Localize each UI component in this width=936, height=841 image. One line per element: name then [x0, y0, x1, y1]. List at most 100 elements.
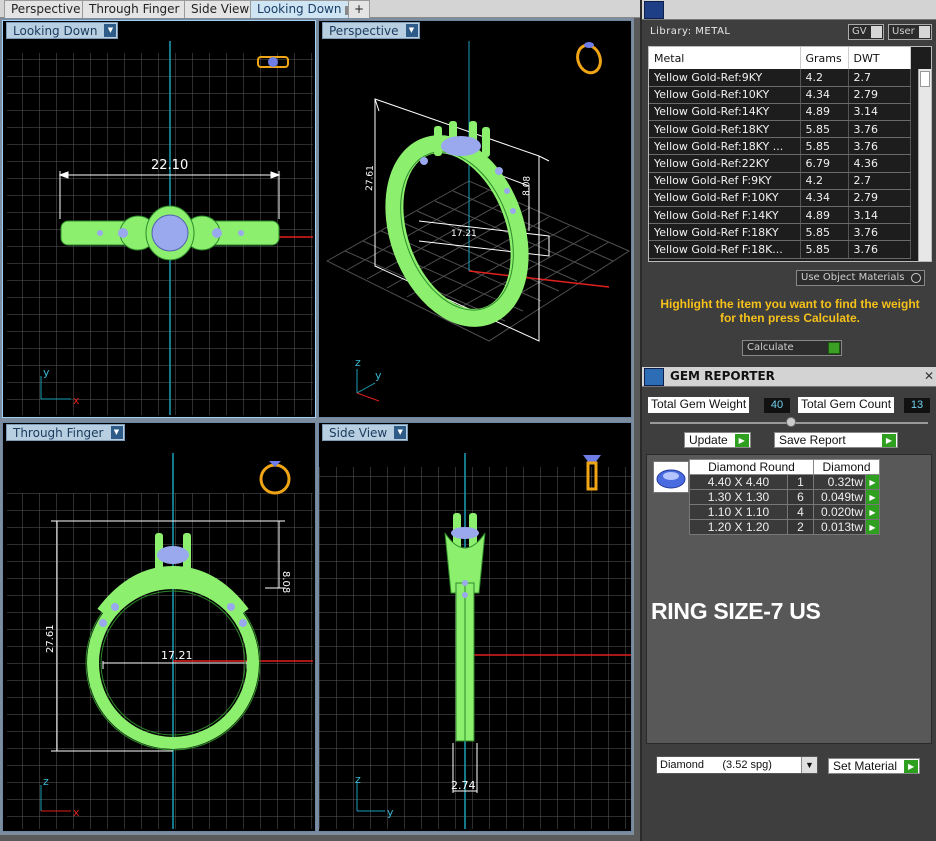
add-tab-button[interactable]: +: [348, 0, 371, 18]
side-view-canvas: 2.74 z y: [319, 453, 631, 829]
viewport-through-finger[interactable]: Through Finger ▼ 27.61 8.08 17.21 z x: [2, 422, 316, 832]
table-row[interactable]: Yellow Gold-Ref:22KY 6.79 4.36: [649, 154, 911, 173]
library-header: [642, 0, 936, 20]
viewport-label[interactable]: Perspective ▼: [322, 22, 420, 39]
tab-label: Through Finger: [89, 2, 180, 16]
tab-looking-down[interactable]: Looking Down✕: [250, 0, 362, 18]
viewport-area: Looking Down ▼ 22.10 y x Perspective ▼ 2…: [0, 18, 634, 835]
chevron-down-icon[interactable]: ▼: [104, 24, 117, 37]
ring-thumbnail-icon: [259, 461, 291, 495]
library-icon: [644, 1, 664, 19]
ring-size-annotation: RING SIZE-7 US: [651, 598, 821, 624]
perspective-canvas: 27.61 8.08 17.21 z y: [325, 41, 631, 402]
tab-side-view[interactable]: Side View: [184, 0, 257, 18]
play-icon: ▶: [734, 434, 749, 447]
total-gem-count-label: Total Gem Count: [798, 397, 895, 413]
table-row[interactable]: Yellow Gold-Ref:18KY 5.85 3.76: [649, 120, 911, 139]
dimension-label: 2.74: [451, 779, 476, 792]
column-header-diamond-round: Diamond Round: [689, 459, 814, 475]
viewport-perspective[interactable]: Perspective ▼ 27.61 8.08 17.21 z y: [318, 20, 632, 418]
chevron-down-icon: ▼: [801, 757, 817, 773]
viewport-looking-down[interactable]: Looking Down ▼ 22.10 y x: [2, 20, 316, 418]
save-report-button[interactable]: Save Report ▶: [774, 432, 898, 448]
table-row[interactable]: 1.30 X 1.30 6 0.049tw ▶: [689, 489, 880, 505]
table-row[interactable]: Yellow Gold-Ref:14KY 4.89 3.14: [649, 103, 911, 122]
dimension-label: 8.08: [522, 175, 533, 196]
metal-table[interactable]: Metal Grams DWT Yellow Gold-Ref:9KY 4.2 2.…: [648, 46, 932, 262]
chevron-down-icon[interactable]: ▼: [110, 426, 123, 439]
tab-label: Perspective: [11, 2, 81, 16]
svg-text:y: y: [387, 806, 394, 819]
calculate-button[interactable]: Calculate: [742, 340, 842, 356]
total-gem-count-value: 13: [904, 398, 930, 413]
column-header-grams[interactable]: Grams: [800, 47, 849, 69]
svg-text:z: z: [355, 773, 361, 786]
table-header-row: Metal Grams DWT: [649, 47, 911, 69]
tab-perspective[interactable]: Perspective: [4, 0, 88, 18]
view-tab-bar: Perspective Through Finger Side View Loo…: [0, 0, 640, 18]
through-finger-canvas: 27.61 8.08 17.21 z x: [7, 453, 313, 829]
dimension-label: 8.08: [280, 571, 291, 593]
table-row[interactable]: Yellow Gold-Ref F:9KY 4.2 2.7: [649, 172, 911, 190]
slider-handle[interactable]: [786, 417, 796, 427]
svg-text:y: y: [43, 366, 50, 379]
update-button[interactable]: Update ▶: [684, 432, 751, 448]
user-toggle[interactable]: User: [888, 24, 932, 40]
library-title: Library: METAL: [650, 26, 731, 37]
table-row[interactable]: Yellow Gold-Ref F:18KY 5.85 3.76: [649, 223, 911, 242]
chevron-down-icon[interactable]: ▼: [405, 24, 418, 37]
play-icon: ▶: [882, 434, 896, 447]
close-icon[interactable]: ✕: [924, 369, 934, 383]
dimension-label: 17.21: [451, 229, 477, 239]
viewport-label[interactable]: Looking Down ▼: [6, 22, 119, 39]
total-gem-weight-label: Total Gem Weight: [648, 397, 750, 413]
ring-thumbnail-icon: [576, 42, 602, 75]
tab-through-finger[interactable]: Through Finger: [82, 0, 187, 18]
dimension-label: 17.21: [161, 649, 193, 662]
table-row[interactable]: 4.40 X 4.40 1 0.32tw ▶: [689, 474, 880, 490]
toggle-knob-icon: [870, 26, 882, 38]
gem-reporter-header: GEM REPORTER ✕: [642, 367, 936, 387]
table-scrollbar[interactable]: [918, 69, 931, 261]
table-row[interactable]: Yellow Gold-Ref F:18K... 5.85 3.76: [649, 240, 911, 259]
table-row[interactable]: Yellow Gold-Ref:18KY ... 5.85 3.76: [649, 137, 911, 156]
toggle-knob-icon: [918, 26, 930, 38]
total-gem-weight-value: 40: [764, 398, 790, 413]
table-row[interactable]: Yellow Gold-Ref:10KY 4.34 2.79: [649, 86, 911, 104]
table-row[interactable]: Yellow Gold-Ref F:14KY 4.89 3.14: [649, 206, 911, 225]
diamond-round-icon: [653, 461, 689, 493]
dimension-label: 27.61: [45, 624, 56, 653]
dimension-label: 27.61: [365, 165, 376, 191]
chevron-down-icon[interactable]: ▼: [394, 426, 407, 439]
use-object-materials-toggle[interactable]: Use Object Materials: [796, 270, 926, 286]
table-row[interactable]: 1.20 X 1.20 2 0.013tw ▶: [689, 519, 880, 535]
material-select[interactable]: Diamond (3.52 spg) ▼: [656, 756, 818, 774]
table-header-row: Diamond Round Diamond: [689, 459, 880, 475]
play-icon: ▶: [904, 760, 919, 773]
viewport-label[interactable]: Through Finger ▼: [6, 424, 125, 441]
column-header-metal[interactable]: Metal: [649, 47, 801, 69]
column-header-dwt[interactable]: DWT: [848, 47, 911, 69]
gv-toggle[interactable]: GV: [848, 24, 884, 40]
viewport-label[interactable]: Side View ▼: [322, 424, 409, 441]
play-icon[interactable]: ▶: [865, 489, 880, 505]
tab-label: Side View: [191, 2, 250, 16]
table-row[interactable]: Yellow Gold-Ref:9KY 4.2 2.7: [649, 69, 911, 87]
tab-label: Looking Down: [257, 2, 342, 16]
scrollbar-thumb[interactable]: [920, 71, 930, 87]
viewport-side-view[interactable]: Side View ▼ 2.74 z y: [318, 422, 632, 832]
table-row[interactable]: 1.10 X 1.10 4 0.020tw ▶: [689, 504, 880, 520]
gem-reporter-icon: [644, 368, 664, 386]
column-header-diamond: Diamond: [813, 459, 880, 475]
set-material-button[interactable]: Set Material ▶: [828, 758, 921, 774]
play-icon[interactable]: ▶: [865, 519, 880, 535]
play-icon[interactable]: ▶: [865, 474, 880, 490]
right-panel: Library: METAL GV User Metal Grams DWT Y…: [640, 0, 936, 841]
svg-text:z: z: [43, 775, 49, 788]
svg-text:x: x: [73, 806, 80, 819]
gem-table[interactable]: Diamond Round Diamond 4.40 X 4.40 1 0.32tw…: [689, 459, 880, 535]
table-row[interactable]: Yellow Gold-Ref F:10KY 4.34 2.79: [649, 189, 911, 208]
axis-gizmo: z y: [355, 356, 382, 402]
dimension-label: 22.10: [151, 158, 188, 173]
play-icon[interactable]: ▶: [865, 504, 880, 520]
